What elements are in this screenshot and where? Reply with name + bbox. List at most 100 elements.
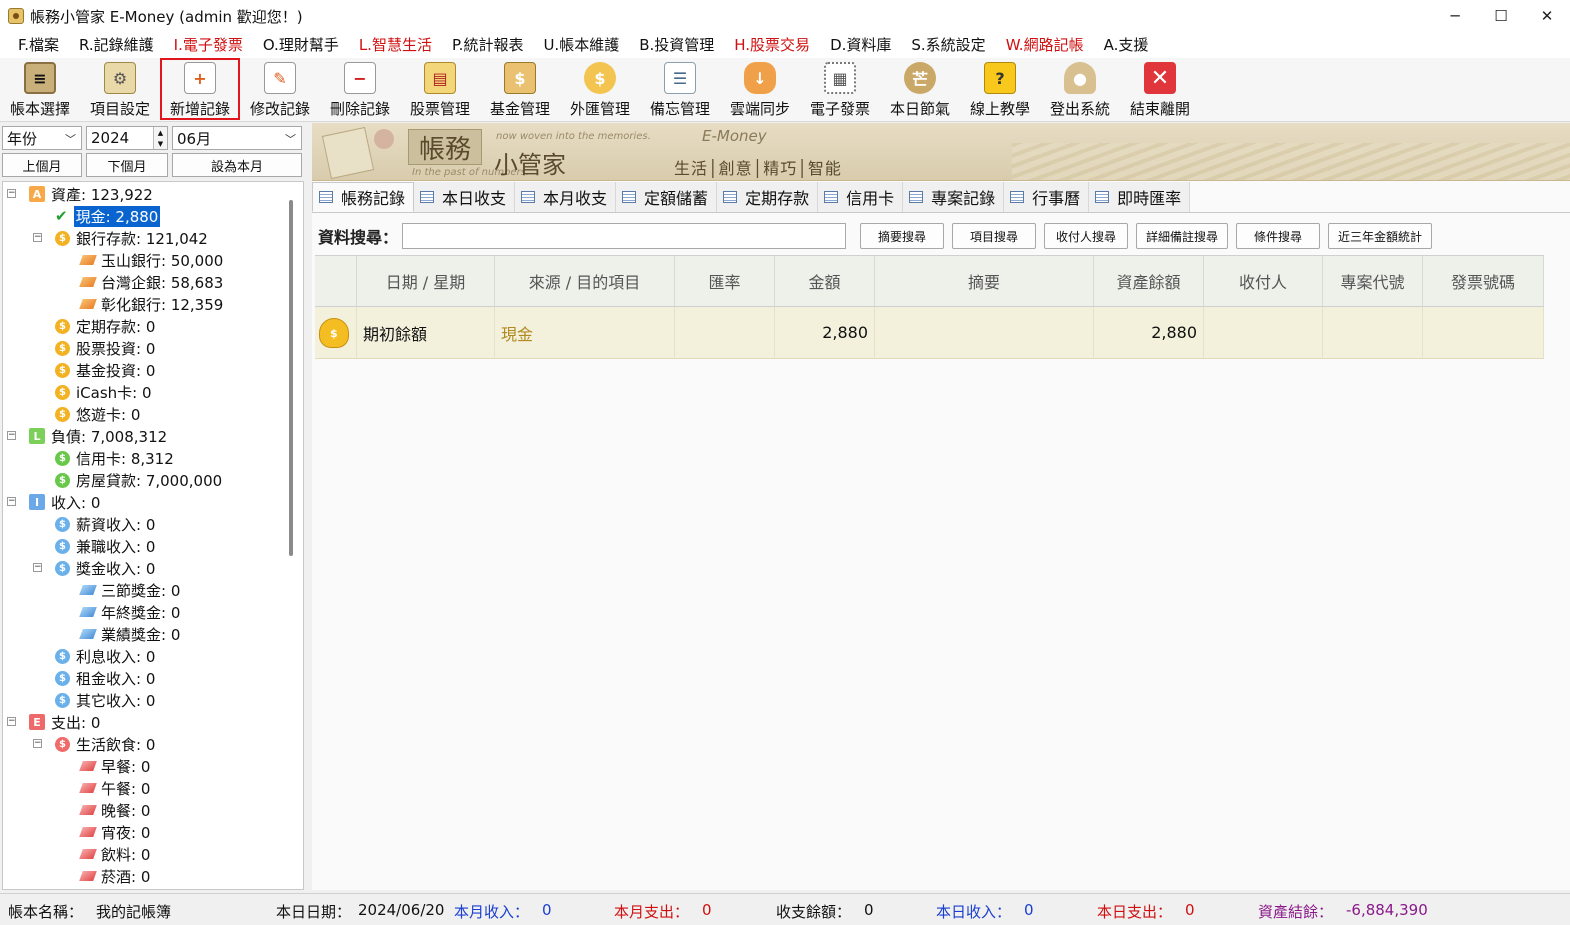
account-tree[interactable]: − A 資產: 123,922 ✔ 現金: 2,880 − $ 銀行存款: 121,042 玉山… [2,181,304,890]
search-button-5[interactable]: 近三年金額統計 [1328,223,1433,249]
tree-item[interactable]: $ 其它收入: 0 [55,689,155,711]
menu-item-5[interactable]: P.統計報表 [442,32,533,58]
tree-item[interactable]: ✔ 現金: 2,880 [55,205,161,227]
tree-item[interactable]: $ 薪資收入: 0 [55,513,155,535]
menu-item-3[interactable]: O.理財幫手 [253,32,349,58]
tree-item[interactable]: 業績獎金: 0 [79,623,180,645]
toolbar-button-8[interactable]: ☰ 備忘管理 [640,58,720,120]
toolbar-button-12[interactable]: ? 線上教學 [960,58,1040,120]
tree-item[interactable]: $ 房屋貸款: 7,000,000 [55,469,222,491]
menu-item-6[interactable]: U.帳本維護 [533,32,629,58]
toolbar-button-3[interactable]: ✎ 修改記錄 [240,58,320,120]
tab-7[interactable]: 行事曆 [1004,182,1090,212]
year-stepper[interactable]: 2024 ▲ ▼ [86,126,168,150]
toolbar-button-9[interactable]: ↓ 雲端同步 [720,58,800,120]
column-header[interactable]: 專案代號 [1323,256,1423,306]
tree-item[interactable]: 午餐: 0 [79,777,150,799]
tree-collapse-toggle[interactable]: − [7,497,16,506]
minimize-button[interactable]: ─ [1432,0,1478,32]
tree-item[interactable]: $ 股票投資: 0 [55,337,155,359]
toolbar-button-14[interactable]: ✕ 結束離開 [1120,58,1200,120]
tree-item[interactable]: $ 利息收入: 0 [55,645,155,667]
tree-collapse-toggle[interactable]: − [7,189,16,198]
prev-month-button[interactable]: 上個月 [2,153,82,177]
toolbar-button-13[interactable]: ● 登出系統 [1040,58,1120,120]
column-header[interactable]: 收付人 [1204,256,1323,306]
menu-item-2[interactable]: I.電子發票 [164,32,253,58]
column-header[interactable]: 資產餘額 [1094,256,1204,306]
menu-item-12[interactable]: A.支援 [1094,32,1159,58]
tree-item[interactable]: 三節獎金: 0 [79,579,180,601]
menu-item-1[interactable]: R.記錄維護 [69,32,164,58]
maximize-button[interactable]: ☐ [1478,0,1524,32]
menu-item-4[interactable]: L.智慧生活 [349,32,442,58]
column-header[interactable]: 來源 / 目的項目 [495,256,675,306]
tree-item[interactable]: $ 基金投資: 0 [55,359,155,381]
spin-arrows-icon[interactable]: ▲ ▼ [153,127,167,149]
next-month-button[interactable]: 下個月 [86,153,168,177]
tree-item[interactable]: 宵夜: 0 [79,821,150,843]
tree-item[interactable]: 年終獎金: 0 [79,601,180,623]
tree-collapse-toggle[interactable]: − [7,717,16,726]
tree-item[interactable]: $ 信用卡: 8,312 [55,447,174,469]
search-button-1[interactable]: 項目搜尋 [952,223,1037,249]
tree-item[interactable]: 彰化銀行: 12,359 [79,293,223,315]
toolbar-button-10[interactable]: ▦ 電子發票 [800,58,880,120]
tree-item[interactable]: $ 兼職收入: 0 [55,535,155,557]
table-row[interactable]: 期初餘額現金 2,880 2,880 [315,307,1544,359]
tree-item[interactable]: I 收入: 0 [29,491,100,513]
column-header[interactable]: 日期 / 星期 [357,256,495,306]
tab-0[interactable]: 帳務記錄 [312,182,415,212]
column-header[interactable] [315,256,357,306]
tab-4[interactable]: 定期存款 [717,182,819,212]
set-current-month-button[interactable]: 設為本月 [172,153,302,177]
tab-2[interactable]: 本月收支 [515,182,617,212]
tree-scrollbar[interactable] [289,200,293,556]
tree-item[interactable]: $ 銀行存款: 121,042 [55,227,208,249]
toolbar-button-4[interactable]: − 刪除記錄 [320,58,400,120]
column-header[interactable]: 匯率 [675,256,775,306]
tree-item[interactable]: A 資產: 123,922 [29,183,153,205]
tree-item[interactable]: 菸酒: 0 [79,865,150,887]
column-header[interactable]: 金額 [775,256,875,306]
month-select[interactable]: 06月 ﹀ [172,126,302,150]
menu-item-7[interactable]: B.投資管理 [629,32,724,58]
tree-item[interactable]: 台灣企銀: 58,683 [79,271,223,293]
menu-item-8[interactable]: H.股票交易 [724,32,820,58]
period-type-select[interactable]: 年份 ﹀ [2,126,82,150]
tree-item[interactable]: 玉山銀行: 50,000 [79,249,223,271]
tree-collapse-toggle[interactable]: − [33,739,42,748]
column-header[interactable]: 發票號碼 [1423,256,1544,306]
tree-item[interactable]: $ iCash卡: 0 [55,381,152,403]
toolbar-button-0[interactable]: ≡ 帳本選擇 [0,58,80,120]
toolbar-button-7[interactable]: $ 外匯管理 [560,58,640,120]
tab-3[interactable]: 定額儲蓄 [616,182,718,212]
tree-item[interactable]: E 支出: 0 [29,711,100,733]
column-header[interactable]: 摘要 [875,256,1094,306]
search-button-3[interactable]: 詳細備註搜尋 [1136,223,1229,249]
tree-item[interactable]: L 負債: 7,008,312 [29,425,167,447]
toolbar-button-2[interactable]: + 新增記錄 [160,58,240,120]
tree-collapse-toggle[interactable]: − [33,563,42,572]
search-button-2[interactable]: 收付人搜尋 [1044,223,1129,249]
menu-item-11[interactable]: W.網路記帳 [996,32,1094,58]
tree-collapse-toggle[interactable]: − [33,233,42,242]
toolbar-button-1[interactable]: ⚙ 項目設定 [80,58,160,120]
tree-collapse-toggle[interactable]: − [7,431,16,440]
menu-item-9[interactable]: D.資料庫 [820,32,901,58]
close-window-button[interactable]: ✕ [1524,0,1570,32]
tree-item[interactable]: 晚餐: 0 [79,799,150,821]
search-button-4[interactable]: 條件搜尋 [1236,223,1321,249]
tree-item[interactable]: $ 定期存款: 0 [55,315,155,337]
menu-item-10[interactable]: S.系統設定 [901,32,995,58]
toolbar-button-11[interactable]: 芒本日節氣 [880,58,960,120]
tab-6[interactable]: 專案記錄 [903,182,1005,212]
tab-8[interactable]: 即時匯率 [1089,182,1191,212]
tree-item[interactable]: 飲料: 0 [79,843,150,865]
toolbar-button-5[interactable]: ▤ 股票管理 [400,58,480,120]
tree-item[interactable]: $ 悠遊卡: 0 [55,403,140,425]
toolbar-button-6[interactable]: $ 基金管理 [480,58,560,120]
tree-item[interactable]: $ 生活飲食: 0 [55,733,155,755]
tree-item[interactable]: 早餐: 0 [79,755,150,777]
menu-item-0[interactable]: F.檔案 [8,32,69,58]
